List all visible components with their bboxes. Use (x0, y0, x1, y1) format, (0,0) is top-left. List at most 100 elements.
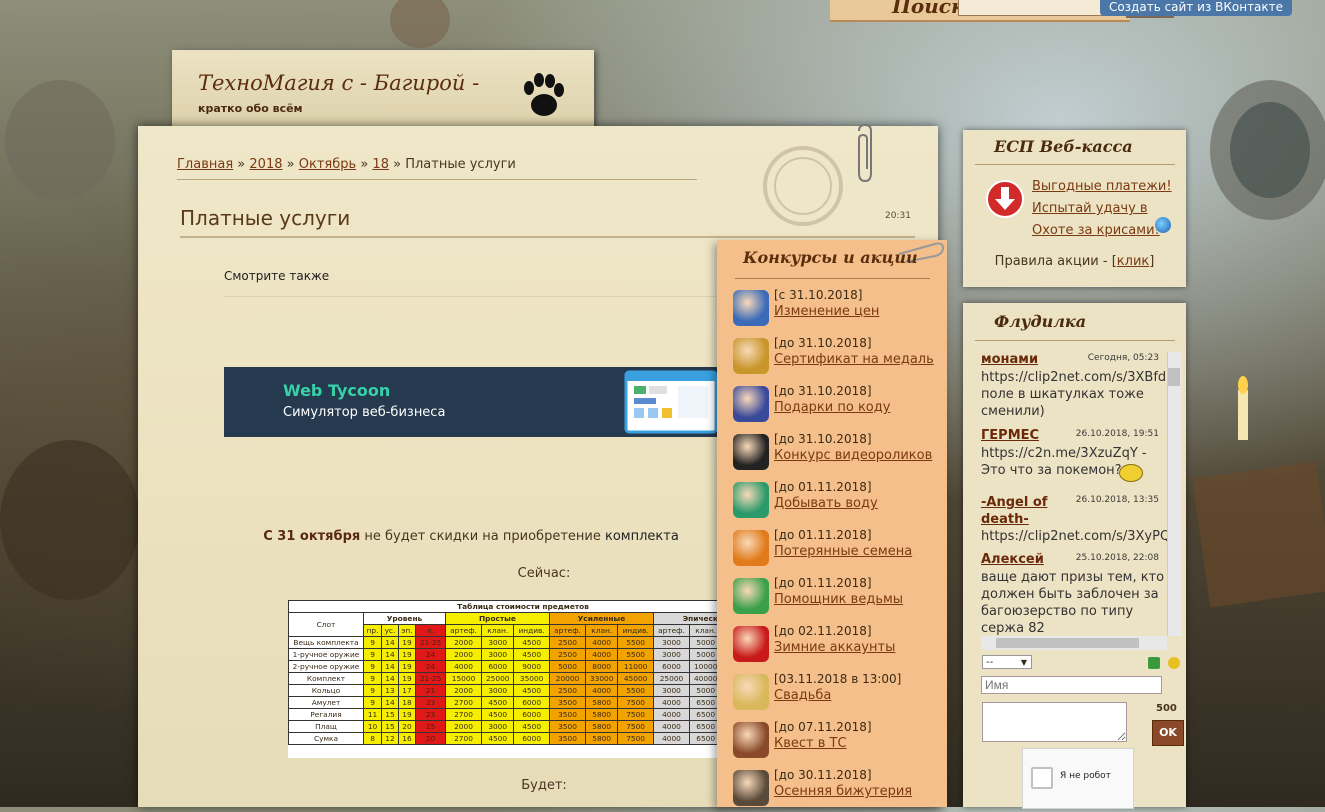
water-potion-icon[interactable] (733, 482, 769, 518)
esp-link-hunt[interactable]: Охоте за крисами! (1032, 223, 1160, 238)
contest-link[interactable]: Помощник ведьмы (774, 592, 903, 607)
rings-icon[interactable] (733, 674, 769, 710)
table-cell: 23 (415, 696, 446, 709)
table-cell: 2700 (444, 732, 483, 745)
chat-author[interactable]: монами (981, 352, 1038, 367)
ghost-icon[interactable] (733, 578, 769, 614)
contest-date: [до 02.11.2018] (774, 624, 872, 638)
chat-send-button[interactable]: OK (1152, 720, 1184, 746)
chevron-down-icon: ▼ (1020, 658, 1027, 667)
chat-author[interactable]: Алексей (981, 552, 1044, 567)
esp-rules-suffix: ] (1149, 254, 1155, 269)
table-cell: 14 (381, 660, 399, 673)
chat-name-input[interactable] (981, 676, 1162, 694)
contest-item: [03.11.2018 в 13:00] Свадьба (733, 672, 943, 716)
winter-badge-icon[interactable] (733, 626, 769, 662)
breadcrumb-separator: » (286, 157, 295, 172)
table-cell: 4000 (585, 636, 619, 649)
contest-link[interactable]: Свадьба (774, 688, 831, 703)
chat-scroll-thumb[interactable] (1168, 368, 1180, 386)
contest-item: [с 31.10.2018] Изменение цен (733, 288, 943, 332)
table-row: 1-ручное оружие 9 14 19 24 2000 3000 4500 2500 40… (288, 648, 718, 661)
captcha-label: Я не робот (1060, 771, 1111, 781)
smiley-icon[interactable] (1168, 657, 1180, 669)
table-cell: 3000 (652, 636, 691, 649)
breadcrumb-home[interactable]: Главная (177, 157, 233, 172)
contest-item: [до 01.11.2018] Помощник ведьмы (733, 576, 943, 620)
breadcrumb-day[interactable]: 18 (372, 157, 389, 172)
table-cell: 20 (397, 720, 417, 733)
contest-link[interactable]: Подарки по коду (774, 400, 890, 415)
table-cell: 2000 (444, 648, 483, 661)
table-cell: 11 (362, 708, 383, 721)
scroll-icon[interactable] (733, 338, 769, 374)
chat-time: 26.10.2018, 19:51 (1075, 429, 1159, 439)
chat-vertical-scrollbar[interactable] (1167, 352, 1182, 636)
contest-link[interactable]: Зимние аккаунты (774, 640, 895, 655)
banner-title: Web Tycoon (283, 381, 391, 400)
esp-link-luck[interactable]: Испытай удачу в (1032, 201, 1148, 216)
cauldron-icon[interactable] (733, 722, 769, 758)
contest-link[interactable]: Осенняя бижутерия (774, 784, 912, 799)
table-cell: 4500 (481, 696, 515, 709)
gift-icon[interactable] (733, 386, 769, 422)
table-cell: 2700 (444, 708, 483, 721)
clapperboard-icon[interactable] (733, 434, 769, 470)
chat-author[interactable]: ГЕРМЕС (981, 428, 1039, 443)
contest-link[interactable]: Изменение цен (774, 304, 879, 319)
breadcrumb-year[interactable]: 2018 (249, 157, 282, 172)
chat-select[interactable]: -- ▼ (982, 655, 1032, 669)
breadcrumb-current: Платные услуги (405, 157, 516, 172)
contest-link[interactable]: Сертификат на медаль (774, 352, 934, 367)
table-cell: 25 (415, 720, 446, 733)
chat-messages[interactable]: монами Сегодня, 05:23 https://clip2net.com… (981, 352, 1180, 635)
news-icon[interactable] (733, 290, 769, 326)
table-row: Регалия 11 15 19 23 2700 4500 6000 3500 5800 7500 4… (288, 708, 718, 721)
post-time: 20:31 (885, 211, 911, 221)
price-table-image: Таблица стоимости предметов Слот Уровень… (288, 600, 718, 758)
contest-link[interactable]: Потерянные семена (774, 544, 912, 559)
contest-item: [до 31.10.2018] Подарки по коду (733, 384, 943, 428)
vk-create-site-button[interactable]: Создать сайт из ВКонтакте (1100, 0, 1292, 16)
contest-link[interactable]: Квест в ТС (774, 736, 847, 751)
page-title: Платные услуги (180, 206, 351, 230)
pumpkin-icon[interactable] (733, 530, 769, 566)
chat-author[interactable]: -Angel of death- (981, 494, 1081, 528)
table-cell: 5500 (617, 684, 654, 697)
contests-title: Конкурсы и акции (743, 248, 918, 267)
esp-rules-prefix: Правила акции - [ (994, 254, 1117, 269)
chat-hscroll-thumb[interactable] (996, 638, 1139, 648)
download-arrow-icon[interactable] (985, 179, 1025, 219)
table-cell: 3000 (481, 720, 515, 733)
table-subheader: индив. (617, 624, 654, 637)
contests-divider (735, 278, 930, 279)
table-slot-cell: Комплект (288, 672, 364, 685)
contest-link[interactable]: Добывать воду (774, 496, 878, 511)
breadcrumb-month[interactable]: Октябрь (299, 157, 356, 172)
globe-icon (1155, 217, 1171, 233)
table-subheader: клан. (585, 624, 619, 637)
captcha-checkbox[interactable] (1031, 767, 1053, 789)
breadcrumb-separator: » (237, 157, 246, 172)
esp-title: ЕСП Веб-касса (994, 137, 1133, 156)
table-cell: 2000 (444, 684, 483, 697)
search-input[interactable] (958, 0, 1118, 16)
esp-link-payments[interactable]: Выгодные платежи! (1032, 179, 1172, 194)
contest-item: [до 30.11.2018] Осенняя бижутерия (733, 768, 943, 812)
table-cell: 21 (415, 684, 446, 697)
contest-item: [до 31.10.2018] Конкурс видеороликов (733, 432, 943, 476)
esp-rules-link[interactable]: клик (1117, 254, 1149, 269)
leaf-icon[interactable] (733, 770, 769, 806)
chat-time: 26.10.2018, 13:35 (1075, 495, 1159, 505)
refresh-icon[interactable] (1148, 657, 1160, 669)
site-title[interactable]: ТехноМагия с - Багирой - (198, 71, 479, 95)
table-cell: 13 (381, 684, 399, 697)
browser-window-icon (624, 370, 718, 434)
web-tycoon-banner[interactable]: Web Tycoon Симулятор веб-бизнеса (224, 367, 718, 437)
table-cell: 4000 (585, 684, 619, 697)
table-cell: 7500 (617, 732, 654, 745)
chat-message-input[interactable] (982, 702, 1127, 742)
contest-link[interactable]: Конкурс видеороликов (774, 448, 932, 463)
table-cell: 9 (362, 636, 383, 649)
contest-date: [с 31.10.2018] (774, 288, 863, 302)
